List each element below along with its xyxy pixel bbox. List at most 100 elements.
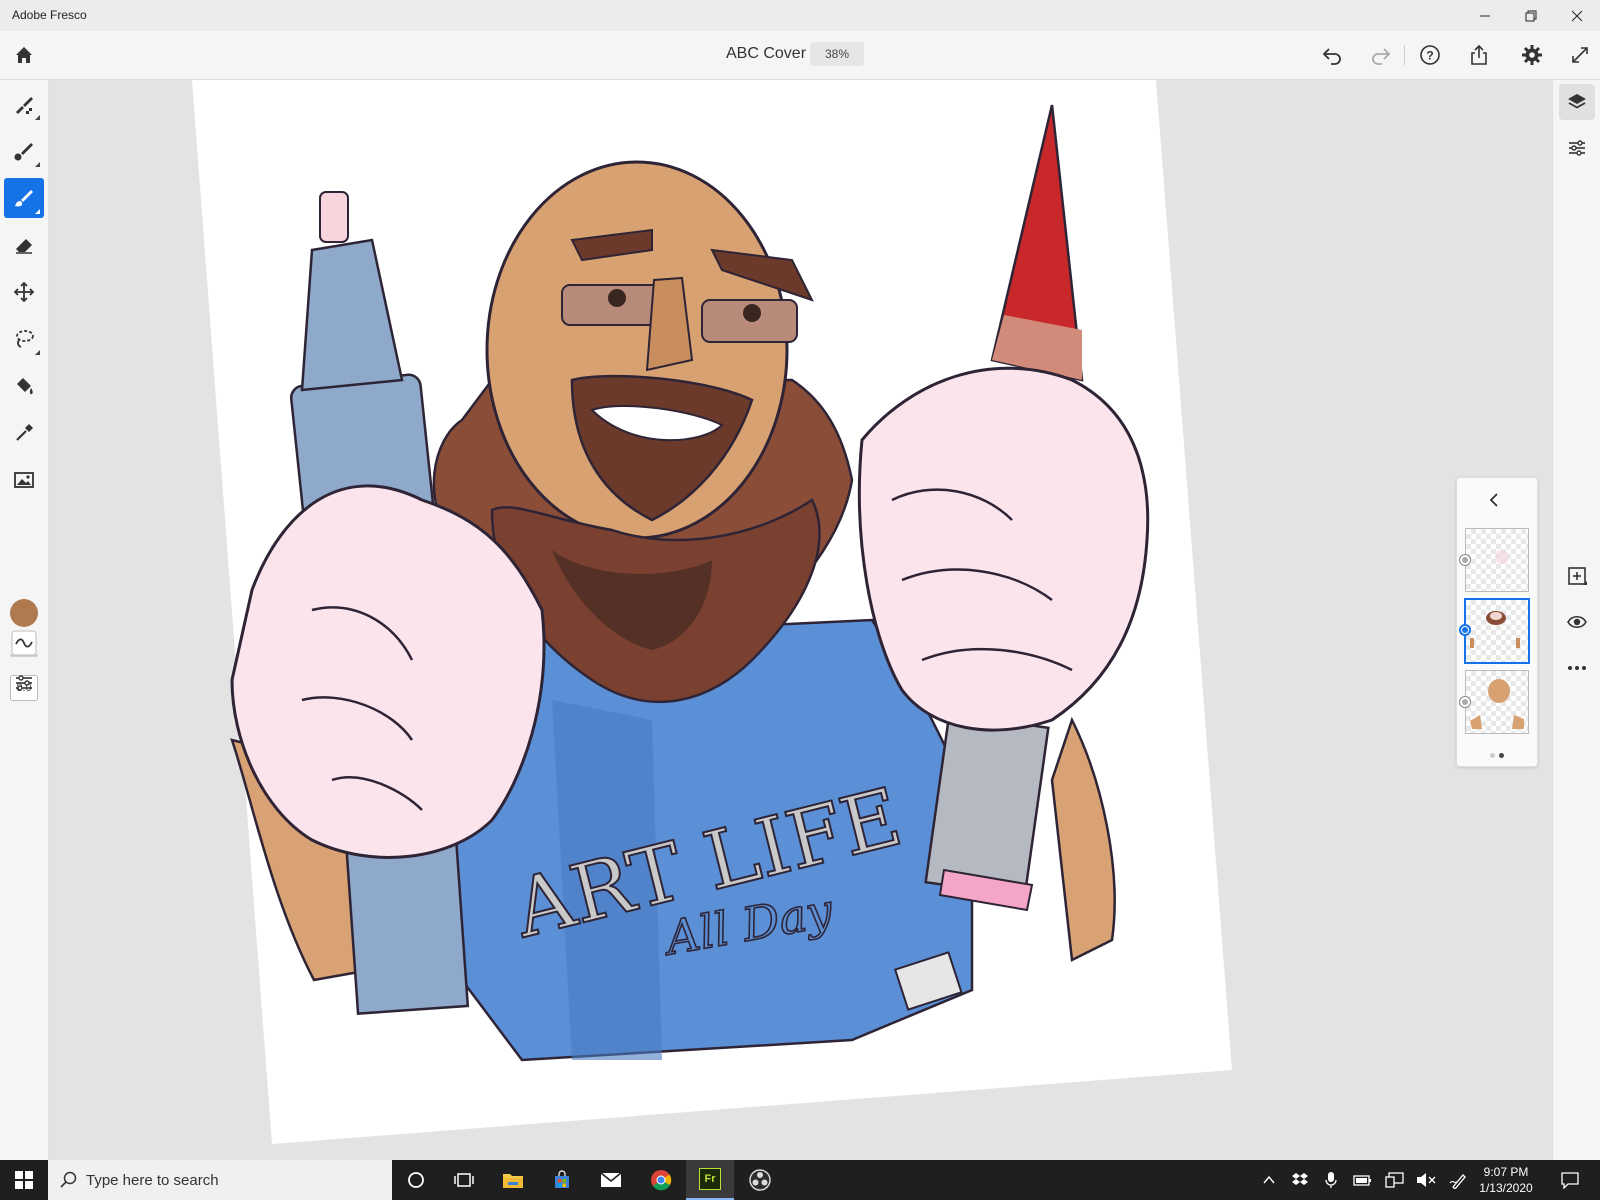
undo-icon [1322,48,1341,65]
share-button[interactable] [1467,43,1491,67]
task-view-button[interactable] [440,1160,488,1200]
redo-icon [1372,48,1391,65]
microphone-tray[interactable] [1321,1170,1341,1190]
fill-tool[interactable] [4,366,44,406]
home-button[interactable] [12,43,36,67]
zoom-level[interactable]: 38% [810,42,864,66]
visibility-icon [1567,615,1587,629]
canvas-area[interactable]: ART LIFE All Day [192,80,1232,1144]
layer-preview [1470,611,1520,648]
windows-icon [15,1171,33,1189]
app-title: Adobe Fresco [12,8,87,22]
layer-properties-button[interactable] [1559,130,1595,166]
fill-icon [17,378,33,395]
store-icon [555,1170,569,1188]
page-dot-1[interactable] [1490,753,1495,758]
fresco-icon: Fr [699,1168,721,1190]
lasso-tool[interactable] [4,319,44,359]
fullscreen-icon [1572,47,1588,63]
close-button[interactable] [1554,0,1600,31]
clock-time: 9:07 PM [1483,1165,1529,1179]
layer-preview [1470,679,1524,729]
dropbox-icon [1292,1173,1308,1185]
tray-overflow[interactable] [1259,1170,1279,1190]
redo-button[interactable] [1369,43,1393,67]
layer-thumbnail-3[interactable] [1465,670,1529,734]
task-view-icon [454,1173,474,1187]
settings-button[interactable] [1520,43,1544,67]
taskbar: Type here to search Fr 9:07 PM 1/13/2020 [0,1160,1600,1200]
add-layer-icon [1568,567,1587,585]
brush-settings-button[interactable] [4,663,44,703]
fresco-button[interactable]: Fr [686,1160,734,1200]
store-button[interactable] [538,1160,586,1200]
search-placeholder: Type here to search [86,1172,219,1189]
help-button[interactable]: ? [1418,43,1442,67]
pixel-brush-tool[interactable] [4,84,44,124]
file-explorer-button[interactable] [489,1160,537,1200]
fresco-icon-label: Fr [704,1173,716,1185]
collapse-layers-button[interactable] [1485,490,1505,515]
taskbar-search[interactable]: Type here to search [48,1160,392,1200]
live-brush-tool[interactable] [4,131,44,171]
add-layer-button[interactable] [1559,558,1595,594]
fullscreen-button[interactable] [1568,43,1592,67]
restore-button[interactable] [1508,0,1554,31]
pen-workspace-tray[interactable] [1449,1170,1469,1190]
chevron-left-icon [1489,493,1498,507]
layer-thumbnail-1[interactable] [1465,528,1529,592]
obs-icon [749,1169,771,1191]
eyedropper-icon [16,424,33,441]
minimize-button[interactable] [1462,0,1508,31]
dropbox-tray[interactable] [1290,1170,1310,1190]
smoothing-button[interactable] [4,623,44,663]
page-dot-2[interactable] [1499,753,1504,758]
battery-icon [1353,1175,1371,1186]
pen-icon [1449,1174,1466,1189]
layer-preview [1495,550,1509,564]
layer-select-radio-3[interactable] [1459,696,1471,708]
volume-tray[interactable] [1416,1170,1436,1190]
title-bar: Adobe Fresco [0,0,1600,31]
network-tray[interactable] [1385,1170,1405,1190]
document-title[interactable]: ABC Cover [726,45,806,63]
eraser-tool[interactable] [4,225,44,265]
eyedropper-tool[interactable] [4,413,44,453]
start-button[interactable] [0,1160,48,1200]
action-center-button[interactable] [1560,1170,1580,1190]
live-brush-icon [14,143,33,161]
vector-brush-tool[interactable] [4,178,44,218]
obs-button[interactable] [736,1160,784,1200]
gear-icon [1522,45,1542,65]
place-image-icon [14,472,34,488]
eraser-icon [16,239,32,254]
help-icon: ? [1420,45,1440,65]
layer-select-radio-2[interactable] [1459,624,1471,636]
mail-button[interactable] [587,1160,635,1200]
place-image-tool[interactable] [4,460,44,500]
undo-button[interactable] [1320,43,1344,67]
battery-tray[interactable] [1353,1170,1373,1190]
minimize-icon [1480,15,1490,16]
clock[interactable]: 9:07 PM 1/13/2020 [1474,1164,1538,1196]
right-panel [1552,80,1600,1160]
cortana-button[interactable] [392,1160,440,1200]
move-transform-tool[interactable] [4,272,44,312]
layers-button[interactable] [1559,84,1595,120]
svg-text:?: ? [1426,49,1433,63]
visibility-button[interactable] [1559,604,1595,640]
layer-select-radio-1[interactable] [1459,554,1471,566]
layer-properties-icon [1569,140,1585,156]
more-button[interactable] [1559,650,1595,686]
chrome-button[interactable] [637,1160,685,1200]
network-icon [1385,1172,1404,1188]
move-transform-icon [13,281,35,303]
tools-panel: 8.0 [0,80,49,1160]
pixel-brush-icon [16,97,33,114]
artwork: ART LIFE All Day [192,80,1232,1144]
layer-thumbnail-2[interactable] [1464,598,1530,664]
app-bar: ABC Cover 38% ? [0,31,1600,80]
layers-icon [1568,94,1586,109]
smoothing-icon [11,630,37,656]
file-explorer-icon [503,1174,523,1188]
